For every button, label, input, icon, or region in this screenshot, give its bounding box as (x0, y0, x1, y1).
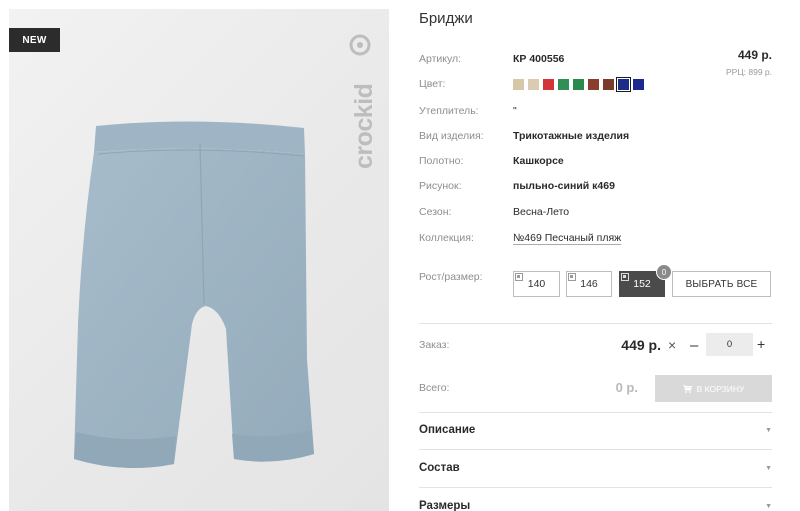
divider (419, 412, 772, 413)
new-badge: NEW (9, 28, 60, 52)
size-checkbox-icon (568, 273, 576, 281)
divider (419, 323, 772, 324)
cart-icon (682, 384, 692, 393)
color-swatch[interactable] (513, 79, 524, 90)
article-value: КР 400556 (513, 53, 565, 65)
accordion-sizes[interactable]: Размеры ▼ (419, 500, 772, 511)
product-title: Бриджи (419, 10, 473, 27)
insulation-label: Утеплитель: (419, 105, 479, 117)
chevron-down-icon: ▼ (765, 503, 772, 510)
color-swatch[interactable] (588, 79, 599, 90)
collection-link[interactable]: №469 Песчаный пляж (513, 232, 621, 244)
product-price: 449 р. (737, 48, 772, 62)
color-label: Цвет: (419, 78, 446, 90)
chevron-down-icon: ▼ (765, 427, 772, 434)
svg-text:crockid: crockid (350, 84, 378, 169)
pattern-label: Рисунок: (419, 180, 462, 192)
times-icon: × (668, 337, 677, 353)
size-checkbox-icon (621, 273, 629, 281)
article-label: Артикул: (419, 53, 462, 65)
order-label: Заказ: (419, 339, 450, 351)
type-label: Вид изделия: (419, 130, 484, 142)
rrp-price: РРЦ: 899 р. (726, 67, 772, 77)
color-swatch[interactable] (558, 79, 569, 90)
size-option-label: 140 (527, 278, 546, 290)
quantity-decrease-button[interactable]: – (690, 337, 698, 354)
fabric-value: Кашкорсе (513, 155, 564, 167)
accordion-composition[interactable]: Состав ▼ (419, 462, 772, 482)
add-to-cart-label: В КОРЗИНУ (696, 383, 745, 394)
color-swatch[interactable] (603, 79, 614, 90)
size-label: Рост/размер: (419, 271, 483, 283)
season-value: Весна-Лето (513, 206, 570, 218)
select-all-sizes-button[interactable]: ВЫБРАТЬ ВСЕ (672, 271, 771, 297)
size-option-146[interactable]: 146 (566, 271, 612, 297)
pants-illustration (74, 121, 314, 468)
color-swatch[interactable] (616, 77, 631, 92)
quantity-input[interactable] (706, 333, 753, 356)
total-label: Всего: (419, 382, 450, 394)
insulation-value: " (513, 105, 517, 117)
fabric-label: Полотно: (419, 155, 464, 167)
color-swatch[interactable] (633, 79, 644, 90)
size-option-140[interactable]: 140 (513, 271, 560, 297)
accordion-description[interactable]: Описание ▼ (419, 424, 772, 444)
accordion-title: Размеры (419, 500, 471, 511)
chevron-down-icon: ▼ (765, 465, 772, 472)
accordion-title: Описание (419, 424, 476, 436)
divider (419, 449, 772, 450)
add-to-cart-button[interactable]: В КОРЗИНУ (655, 375, 772, 402)
color-swatch[interactable] (573, 79, 584, 90)
crockid-logo: crockid (349, 34, 378, 169)
color-swatches (513, 77, 644, 92)
size-count-badge: 0 (656, 264, 672, 280)
total-value: 0 р. (615, 380, 638, 395)
accordion-title: Состав (419, 462, 460, 474)
divider (419, 487, 772, 488)
pattern-value: пыльно-синий к469 (513, 180, 615, 192)
size-checkbox-icon (515, 273, 523, 281)
quantity-increase-button[interactable]: + (757, 336, 765, 352)
order-price: 449 р. (621, 337, 661, 353)
product-image[interactable]: NEW crockid (9, 9, 389, 511)
color-swatch[interactable] (543, 79, 554, 90)
collection-label: Коллекция: (419, 232, 474, 244)
color-swatch[interactable] (528, 79, 539, 90)
season-label: Сезон: (419, 206, 452, 218)
size-option-label: 152 (633, 278, 651, 290)
size-option-label: 146 (580, 278, 598, 290)
type-value: Трикотажные изделия (513, 130, 630, 142)
